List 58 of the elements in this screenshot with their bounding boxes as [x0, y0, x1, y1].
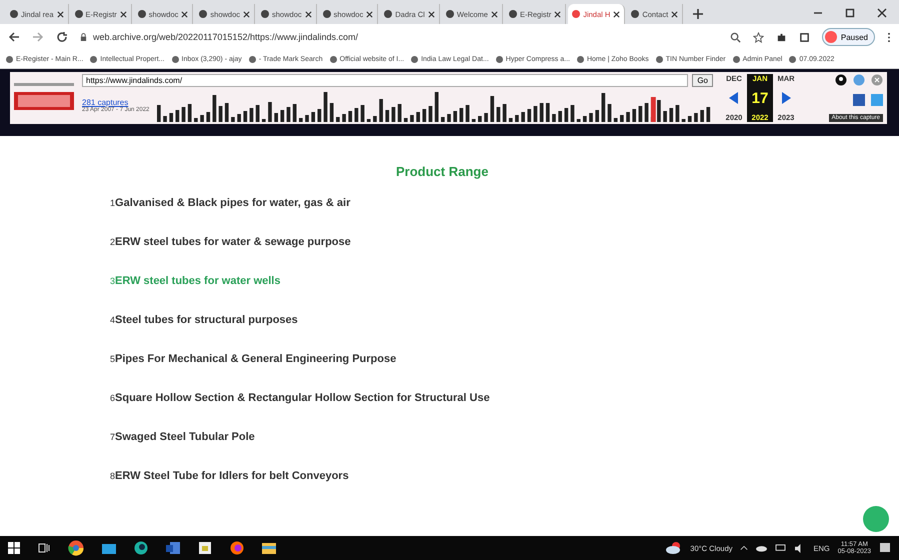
close-icon[interactable] — [181, 10, 188, 18]
profile-button[interactable]: Paused — [822, 28, 875, 46]
address-field[interactable]: web.archive.org/web/20220117015152/https://www.jindalinds.com/ — [80, 32, 718, 42]
restore-icon[interactable] — [845, 8, 855, 18]
previous-arrow-icon[interactable] — [729, 92, 739, 104]
product-link[interactable]: 4Steel tubes for structural purposes — [110, 314, 899, 326]
product-link[interactable]: 5Pipes For Mechanical & General Engineering Purpose — [110, 353, 899, 365]
close-icon[interactable] — [877, 8, 887, 18]
account-icon[interactable] — [835, 74, 847, 86]
go-button[interactable]: Go — [692, 74, 713, 87]
product-link[interactable]: 1Galvanised & Black pipes for water, gas & air — [110, 197, 899, 209]
task-view-icon[interactable] — [38, 542, 50, 554]
close-icon[interactable] — [243, 10, 250, 18]
favicon-icon — [261, 10, 270, 18]
close-icon[interactable] — [428, 10, 435, 18]
favicon-icon — [322, 10, 331, 18]
zoom-icon[interactable] — [730, 32, 741, 42]
chrome-icon[interactable] — [68, 540, 84, 556]
folder-icon[interactable] — [262, 542, 276, 554]
chat-button[interactable] — [863, 506, 889, 532]
favicon-icon — [631, 10, 640, 18]
close-icon[interactable] — [490, 10, 498, 18]
mail-icon[interactable] — [102, 542, 116, 554]
favicon-icon — [199, 10, 208, 18]
back-arrow-icon[interactable] — [8, 31, 20, 43]
reload-icon[interactable] — [56, 31, 68, 43]
day-label: 17 — [752, 90, 768, 106]
favicon-icon — [384, 10, 392, 18]
close-icon[interactable] — [613, 10, 620, 18]
product-link[interactable]: 6Square Hollow Section & Rectangular Hollow Section for Structural Use — [110, 392, 899, 404]
captures-link[interactable]: 281 captures — [82, 98, 150, 107]
chevron-up-icon[interactable] — [740, 545, 748, 551]
close-icon[interactable] — [671, 10, 678, 18]
section-title: Product Range — [396, 164, 490, 179]
close-icon[interactable] — [304, 10, 312, 18]
favicon-icon — [74, 10, 83, 18]
product-link[interactable]: 7Swaged Steel Tubular Pole — [110, 431, 899, 443]
close-icon[interactable] — [366, 10, 374, 18]
favicon-icon — [572, 10, 580, 18]
url-field[interactable]: https://www.jindalinds.com/ — [82, 74, 688, 87]
close-icon[interactable] — [56, 10, 64, 18]
favicon-icon — [446, 10, 454, 18]
star-icon[interactable] — [752, 32, 764, 42]
wayback-logo-drawing — [14, 83, 74, 113]
windows-logo-icon[interactable] — [8, 542, 20, 554]
next-arrow-icon[interactable] — [781, 92, 791, 104]
sidebar-icon[interactable] — [798, 32, 810, 42]
close-icon[interactable] — [120, 10, 127, 18]
menu-icon[interactable] — [887, 32, 891, 42]
favicon-icon — [508, 10, 517, 18]
favicon-icon — [10, 10, 18, 18]
weather-icon — [666, 542, 682, 554]
product-link[interactable]: 8ERW Steel Tube for Idlers for belt Conveyors — [110, 470, 899, 482]
close-icon[interactable] — [554, 10, 562, 18]
new-tab-icon[interactable] — [693, 9, 704, 19]
lock-icon[interactable] — [80, 32, 87, 42]
favicon-icon — [138, 10, 146, 18]
product-link[interactable]: 2ERW steel tubes for water & sewage purpose — [110, 236, 899, 248]
